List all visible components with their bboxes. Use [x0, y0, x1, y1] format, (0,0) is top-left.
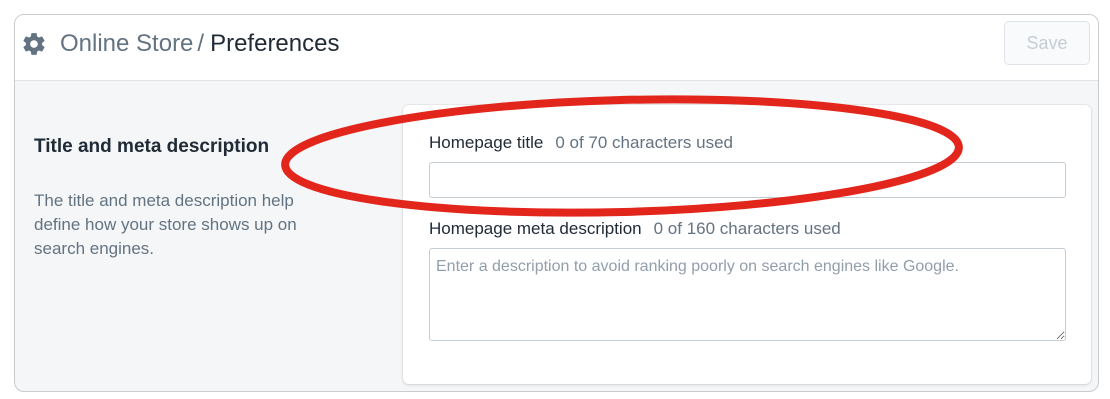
homepage-title-input[interactable]	[429, 162, 1066, 198]
section-description: The title and meta description help defi…	[34, 191, 297, 258]
preferences-window: Online Store / Preferences Save Title and …	[14, 14, 1099, 392]
section-title: Title and meta description	[34, 136, 270, 157]
homepage-title-label-text: Homepage title	[429, 133, 544, 152]
breadcrumb-separator: /	[197, 30, 205, 57]
gear-icon	[23, 33, 45, 55]
meta-description-label: Homepage meta description 0 of 160 charac…	[429, 219, 841, 239]
homepage-title-label: Homepage title 0 of 70 characters used	[429, 133, 733, 153]
meta-description-textarea[interactable]	[429, 248, 1066, 341]
meta-description-char-count: 0 of 160 characters used	[653, 219, 841, 238]
breadcrumb: Online Store / Preferences	[60, 29, 339, 59]
homepage-title-char-count: 0 of 70 characters used	[555, 133, 734, 152]
breadcrumb-online-store-link[interactable]: Online Store	[60, 30, 193, 57]
save-button[interactable]: Save	[1004, 21, 1090, 65]
meta-description-label-text: Homepage meta description	[429, 219, 642, 238]
page-header: Online Store / Preferences Save	[15, 15, 1098, 81]
seo-form-card: Homepage title 0 of 70 characters used Ho…	[403, 105, 1091, 384]
page-title: Preferences	[210, 30, 340, 57]
